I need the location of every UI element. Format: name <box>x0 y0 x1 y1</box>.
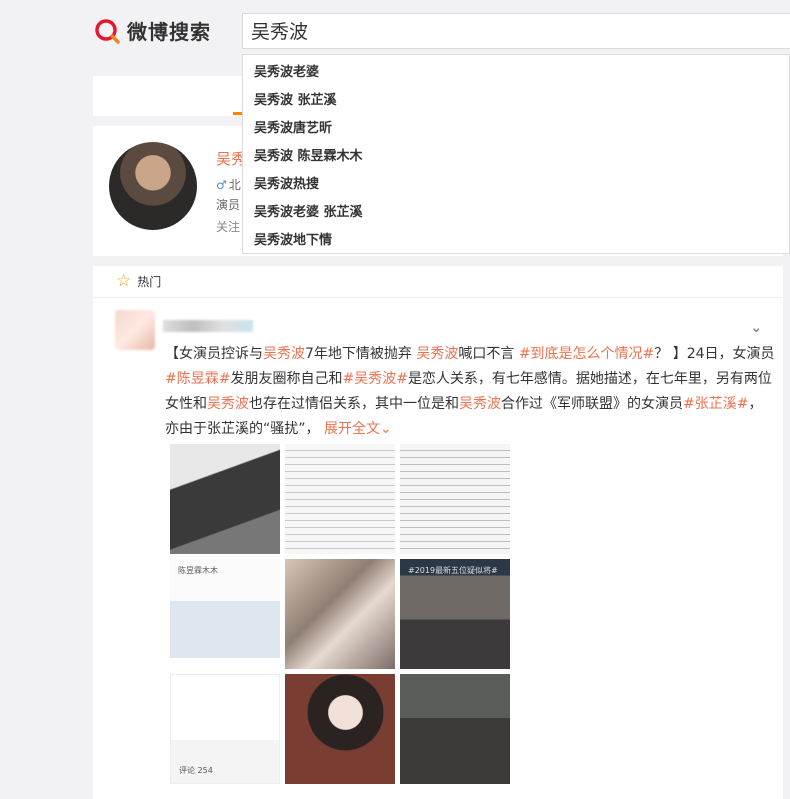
user-follow-stats: 关注 <box>216 220 241 234</box>
post-text-segment: 喊口不言 <box>458 346 519 362</box>
suggestion-item[interactable]: 吴秀波老婆 张芷溪 <box>243 199 789 227</box>
post-text-segment: ？ 】24日，女演员 <box>654 346 775 362</box>
suggestion-item[interactable]: 吴秀波 张芷溪 <box>243 87 789 115</box>
post-image[interactable] <box>400 444 510 554</box>
user-location: ♂ 北 <box>216 176 241 193</box>
keyword-link[interactable]: 吴秀波 <box>416 346 458 362</box>
search-box[interactable] <box>242 13 790 49</box>
star-icon: ☆ <box>116 271 132 291</box>
post-image[interactable] <box>285 674 395 784</box>
keyword-link[interactable]: 吴秀波 <box>207 396 249 412</box>
hashtag-link[interactable]: #吴秀波# <box>342 371 407 387</box>
post-image[interactable]: #2019最新五位疑似将# <box>400 559 510 669</box>
weibo-search-logo[interactable]: 微博搜索 <box>93 16 211 45</box>
expand-full-text-link[interactable]: 展开全文⌄ <box>324 421 392 437</box>
hot-label: 热门 <box>137 275 162 289</box>
suggestion-item[interactable]: 吴秀波热搜 <box>243 171 789 199</box>
image-caption: 陈昱霖木木 <box>178 566 218 575</box>
post-text-segment: 发朋友圈称自己和 <box>230 371 343 387</box>
user-avatar[interactable] <box>109 142 197 230</box>
user-description: 演员 <box>216 198 241 212</box>
post-image[interactable] <box>285 444 395 554</box>
search-suggestions: 吴秀波老婆 吴秀波 张芷溪 吴秀波唐艺昕 吴秀波 陈昱霖木木 吴秀波热搜 吴秀波… <box>242 54 790 254</box>
suggestion-item[interactable]: 吴秀波 陈昱霖木木 <box>243 143 789 171</box>
post-image[interactable] <box>170 444 280 554</box>
hashtag-link[interactable]: #到底是怎么个情况# <box>519 346 654 362</box>
post-image[interactable]: 陈昱霖木木 <box>170 559 280 669</box>
expand-label: 展开全文 <box>323 421 380 437</box>
post-image[interactable] <box>400 674 510 784</box>
chevron-down-icon[interactable]: ⌄ <box>750 318 763 336</box>
post-image[interactable]: 评论 254 <box>170 674 280 784</box>
post-text: 【女演员控诉与吴秀波7年地下情被抛弃 吴秀波喊口不言 #到底是怎么个情况#？ 】… <box>165 342 775 442</box>
post-author-avatar[interactable] <box>115 310 155 350</box>
post-text-segment: 合作过《军师联盟》的女演员 <box>501 396 683 412</box>
hashtag-link[interactable]: #陈昱霖# <box>165 371 230 387</box>
user-location-text: 北 <box>228 178 241 192</box>
hot-section-header: ☆ 热门 <box>93 266 783 298</box>
feed-card: ☆ 热门 ⌄ 【女演员控诉与吴秀波7年地下情被抛弃 吴秀波喊口不言 #到底是怎么… <box>93 266 783 799</box>
suggestion-item[interactable]: 吴秀波唐艺昕 <box>243 115 789 143</box>
post-image-grid: 陈昱霖木木 #2019最新五位疑似将# 评论 254 <box>170 444 510 784</box>
post-text-segment: 也存在过情侣关系，其中一位是和 <box>249 396 459 412</box>
male-icon: ♂ <box>216 178 227 192</box>
hashtag-link[interactable]: #张芷溪# <box>683 396 748 412</box>
post-text-segment: 【女演员控诉与 <box>165 346 263 362</box>
image-caption: 评论 254 <box>179 766 213 775</box>
logo-text: 微博搜索 <box>127 20 211 44</box>
weibo-logo-icon <box>95 18 120 44</box>
keyword-link[interactable]: 吴秀波 <box>263 346 305 362</box>
search-input[interactable] <box>251 19 771 41</box>
post-author-name[interactable] <box>163 320 253 332</box>
post-text-segment: 7年地下情被抛弃 <box>305 346 417 362</box>
keyword-link[interactable]: 吴秀波 <box>459 396 501 412</box>
suggestion-item[interactable]: 吴秀波地下情 <box>243 227 789 255</box>
image-caption: #2019最新五位疑似将# <box>408 566 498 575</box>
suggestion-item[interactable]: 吴秀波老婆 <box>243 59 789 87</box>
post-image[interactable] <box>285 559 395 669</box>
chevron-down-icon: ⌄ <box>379 421 392 437</box>
